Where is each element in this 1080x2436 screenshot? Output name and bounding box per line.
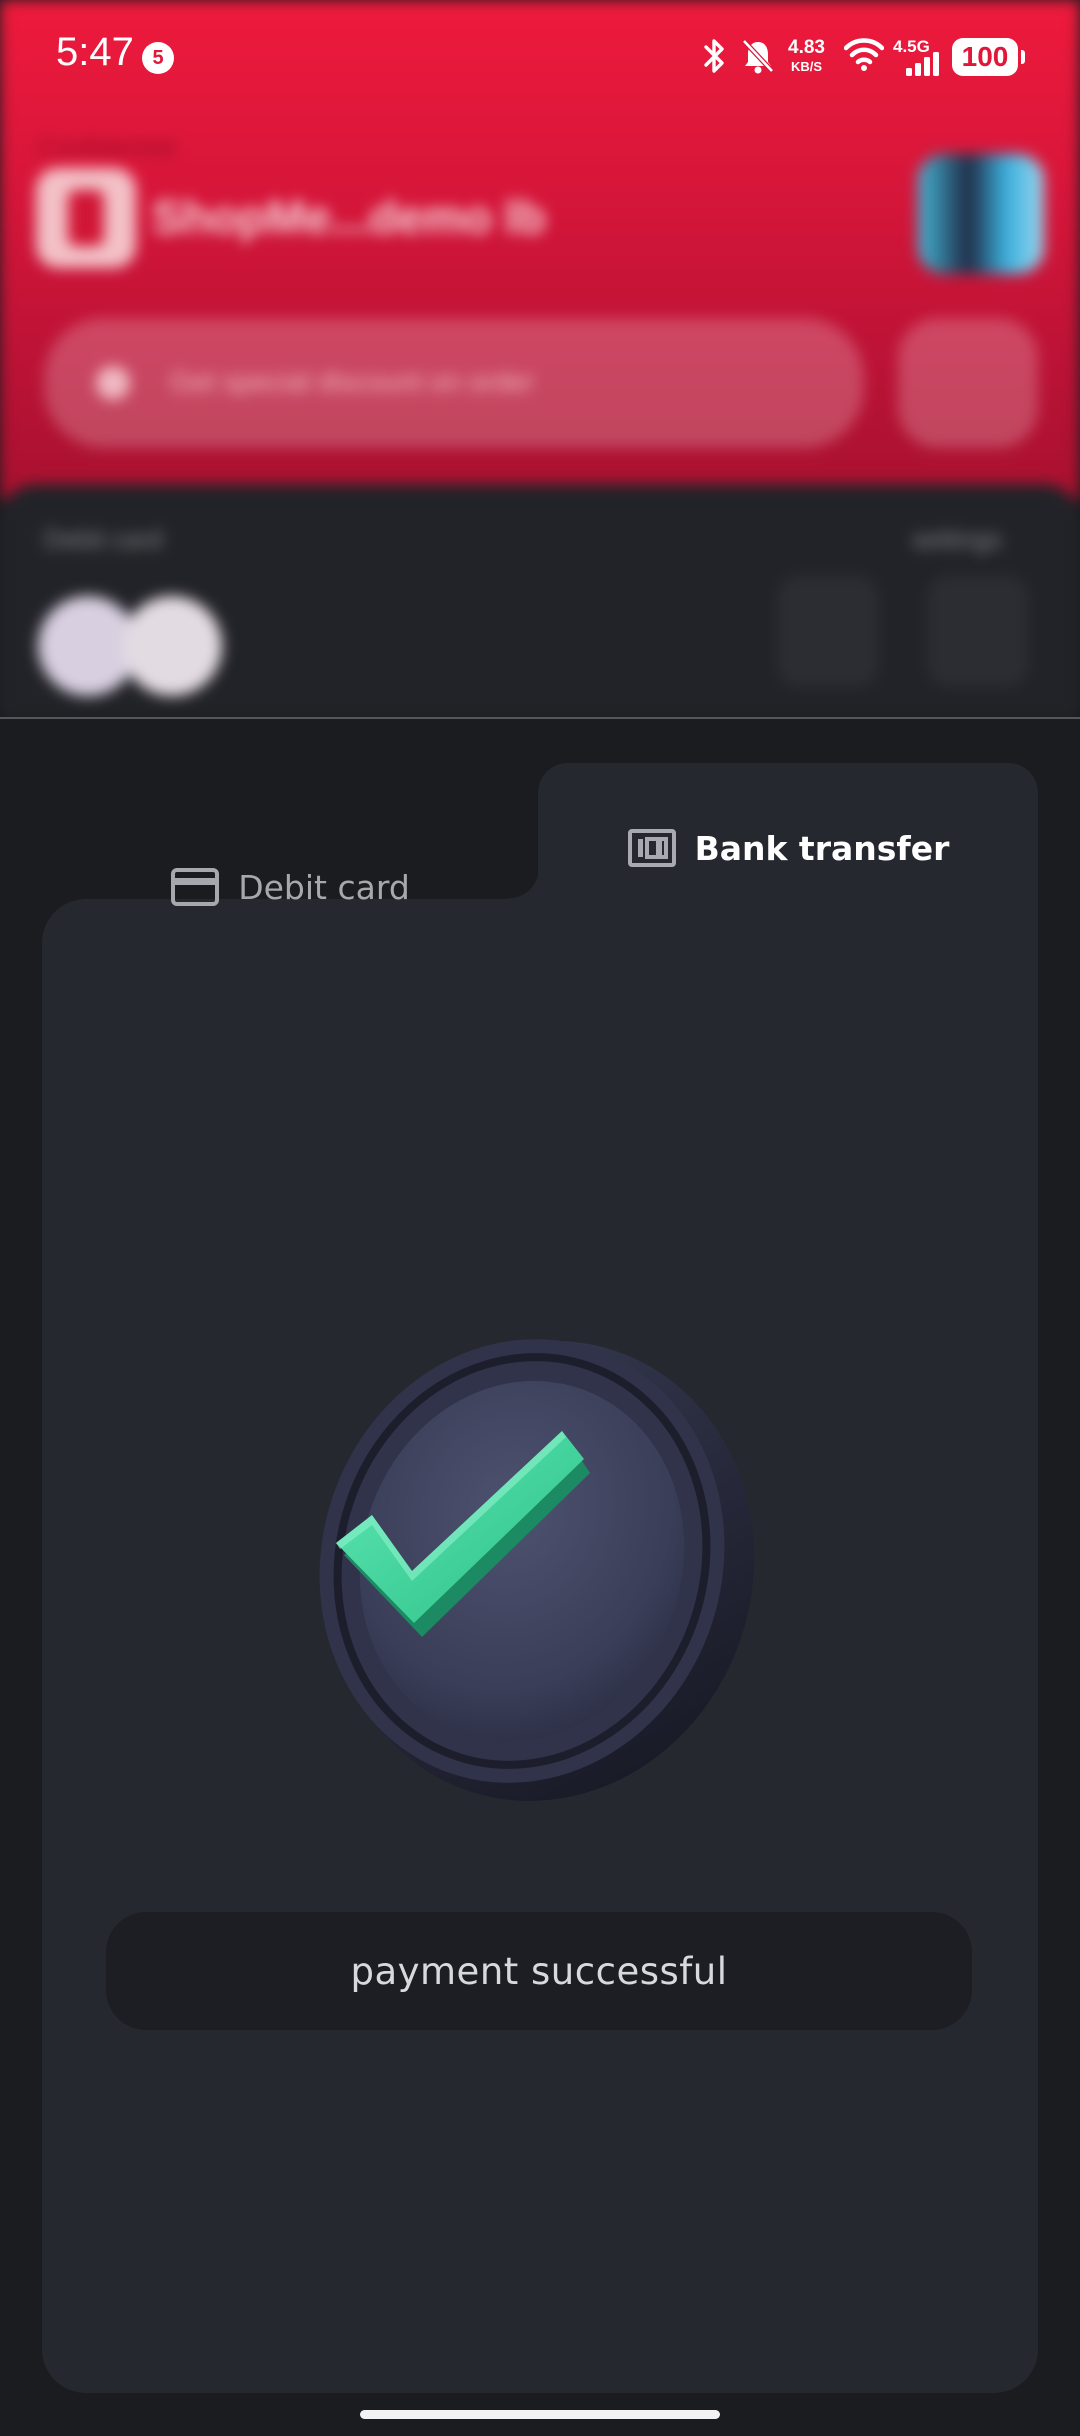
- tab-debit-card-label: Debit card: [238, 867, 410, 907]
- tab-bank-transfer[interactable]: Bank transfer: [538, 763, 1038, 961]
- tab-bank-transfer-label: Bank transfer: [694, 828, 950, 868]
- background-panel-action: settings: [912, 524, 1002, 554]
- store-logo: [36, 168, 136, 268]
- network-speed-value: 4.83: [788, 37, 825, 58]
- success-check-icon: [319, 1339, 755, 1801]
- status-time: 5:47: [56, 30, 134, 74]
- background-tag: Confidential: [38, 132, 176, 162]
- credit-card-icon: [171, 868, 220, 906]
- network-speed-unit: KB/S: [790, 59, 823, 74]
- wifi-icon: [844, 38, 884, 71]
- background-panel-label: Debit card: [44, 524, 163, 554]
- background-action-button: [778, 576, 878, 686]
- signal-icon: [906, 52, 939, 76]
- scan-button: [898, 318, 1038, 448]
- store-title: ShopMe...demo lb: [152, 191, 546, 243]
- background-action-button: [928, 576, 1028, 686]
- battery-indicator: 100: [952, 38, 1025, 76]
- card-logo-icon: [122, 596, 222, 696]
- bank-icon: [627, 829, 676, 867]
- status-bar: 5:47 5 4.83 KB/S 4.5G 100: [0, 0, 1080, 116]
- payment-status-message: payment successful: [106, 1912, 972, 2030]
- search-icon: [96, 366, 130, 400]
- home-indicator[interactable]: [360, 2410, 720, 2419]
- notification-badge: 5: [142, 42, 174, 74]
- mute-bell-icon: [742, 39, 774, 74]
- background-search-placeholder: Get special discount on order: [170, 366, 535, 397]
- avatar: [918, 154, 1044, 274]
- bluetooth-icon: [704, 39, 724, 73]
- network-speed: 4.83 KB/S: [788, 38, 825, 73]
- tab-debit-card[interactable]: Debit card: [42, 818, 538, 956]
